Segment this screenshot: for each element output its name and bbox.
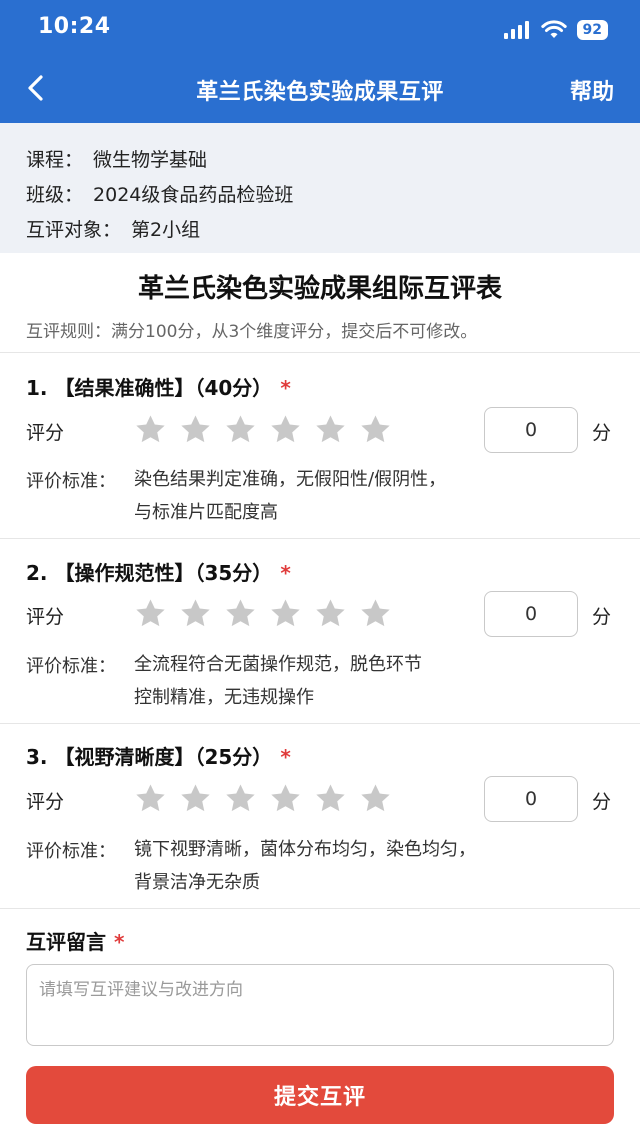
divider bbox=[0, 352, 640, 353]
star-icon[interactable] bbox=[224, 413, 257, 446]
signal-icon bbox=[503, 21, 529, 39]
star-icon[interactable] bbox=[134, 413, 167, 446]
course-row: 课程： 微生物学基础 bbox=[26, 145, 207, 172]
class-row: 班级： 2024级食品药品检验班 bbox=[26, 180, 293, 207]
star-icon[interactable] bbox=[224, 597, 257, 630]
dimension-3-star-rating[interactable] bbox=[134, 782, 392, 815]
dimension-1-criteria-label: 评价标准： bbox=[26, 471, 116, 492]
dimension-1-star-rating[interactable] bbox=[134, 413, 392, 446]
divider bbox=[0, 723, 640, 724]
required-mark: * bbox=[280, 561, 291, 585]
dimension-1-unit: 分 bbox=[592, 422, 612, 444]
course-info-panel: 课程： 微生物学基础 班级： 2024级食品药品检验班 互评对象： 第2小组 bbox=[0, 123, 640, 253]
class-label: 班级： bbox=[26, 184, 84, 206]
criteria-line: 染色结果判定准确，无假阳性/假阴性， bbox=[134, 469, 447, 490]
star-icon[interactable] bbox=[314, 597, 347, 630]
star-icon[interactable] bbox=[224, 782, 257, 815]
help-button[interactable]: 帮助 bbox=[570, 74, 614, 106]
star-icon[interactable] bbox=[314, 413, 347, 446]
star-icon[interactable] bbox=[179, 597, 212, 630]
star-icon[interactable] bbox=[269, 413, 302, 446]
star-icon[interactable] bbox=[359, 413, 392, 446]
wifi-icon bbox=[540, 20, 567, 38]
rule-text: 互评规则：满分100分，从3个维度评分，提交后不可修改。 bbox=[26, 322, 478, 342]
dimension-2-score-input[interactable] bbox=[484, 591, 578, 637]
star-icon[interactable] bbox=[134, 597, 167, 630]
dimension-1-criteria-text: 染色结果判定准确，无假阳性/假阴性， 与标准片匹配度高 bbox=[134, 463, 514, 529]
required-mark: * bbox=[280, 745, 291, 769]
dimension-1-score-input[interactable] bbox=[484, 407, 578, 453]
criteria-line: 控制精准，无违规操作 bbox=[134, 687, 314, 708]
course-label: 课程： bbox=[26, 149, 84, 171]
star-icon[interactable] bbox=[269, 597, 302, 630]
comment-label: 互评留言 * bbox=[26, 930, 125, 954]
form-title: 革兰氏染色实验成果组际互评表 bbox=[137, 274, 502, 304]
page-title: 革兰氏染色实验成果互评 bbox=[196, 80, 444, 105]
required-mark: * bbox=[114, 930, 125, 954]
divider bbox=[0, 908, 640, 909]
submit-button[interactable]: 提交互评 bbox=[26, 1066, 614, 1124]
dimension-3-score-input[interactable] bbox=[484, 776, 578, 822]
star-icon[interactable] bbox=[179, 782, 212, 815]
dimension-1-score-label: 评分 bbox=[26, 422, 65, 444]
dimension-3-criteria-label: 评价标准： bbox=[26, 841, 116, 862]
star-icon[interactable] bbox=[359, 597, 392, 630]
target-label: 互评对象： bbox=[26, 219, 122, 241]
course-value: 微生物学基础 bbox=[93, 149, 208, 171]
divider bbox=[0, 538, 640, 539]
criteria-line: 全流程符合无菌操作规范，脱色环节 bbox=[134, 654, 422, 675]
star-icon[interactable] bbox=[269, 782, 302, 815]
status-bar: 10:24 92 bbox=[0, 0, 640, 56]
dimension-2-criteria-text: 全流程符合无菌操作规范，脱色环节 控制精准，无违规操作 bbox=[134, 648, 514, 714]
comment-textarea[interactable] bbox=[26, 964, 614, 1046]
dimension-2-unit: 分 bbox=[592, 606, 612, 628]
dimension-2-title: 2. 【操作规范性】（35分） * bbox=[26, 561, 291, 585]
status-time: 10:24 bbox=[38, 14, 111, 39]
criteria-line: 镜下视野清晰，菌体分布均匀，染色均匀， bbox=[134, 839, 476, 860]
star-icon[interactable] bbox=[314, 782, 347, 815]
nav-bar: 革兰氏染色实验成果互评 帮助 bbox=[0, 56, 640, 123]
class-value: 2024级食品药品检验班 bbox=[93, 184, 294, 206]
status-indicators: 92 bbox=[503, 18, 608, 42]
dimension-2-star-rating[interactable] bbox=[134, 597, 392, 630]
dimension-1-title: 1. 【结果准确性】（40分） * bbox=[26, 376, 291, 400]
required-mark: * bbox=[280, 376, 291, 400]
app-header: 10:24 92 革兰氏染色实验成果互评 帮助 bbox=[0, 0, 640, 123]
dimension-2-score-label: 评分 bbox=[26, 606, 65, 628]
target-value: 第2小组 bbox=[131, 219, 201, 241]
star-icon[interactable] bbox=[179, 413, 212, 446]
dimension-2-criteria-label: 评价标准： bbox=[26, 656, 116, 677]
dimension-3-score-label: 评分 bbox=[26, 791, 65, 813]
criteria-line: 背景洁净无杂质 bbox=[134, 872, 260, 893]
target-row: 互评对象： 第2小组 bbox=[26, 215, 200, 242]
battery-indicator: 92 bbox=[576, 20, 608, 40]
star-icon[interactable] bbox=[359, 782, 392, 815]
star-icon[interactable] bbox=[134, 782, 167, 815]
dimension-3-criteria-text: 镜下视野清晰，菌体分布均匀，染色均匀， 背景洁净无杂质 bbox=[134, 833, 514, 899]
dimension-3-title: 3. 【视野清晰度】（25分） * bbox=[26, 745, 291, 769]
criteria-line: 与标准片匹配度高 bbox=[134, 502, 278, 523]
dimension-3-unit: 分 bbox=[592, 791, 612, 813]
